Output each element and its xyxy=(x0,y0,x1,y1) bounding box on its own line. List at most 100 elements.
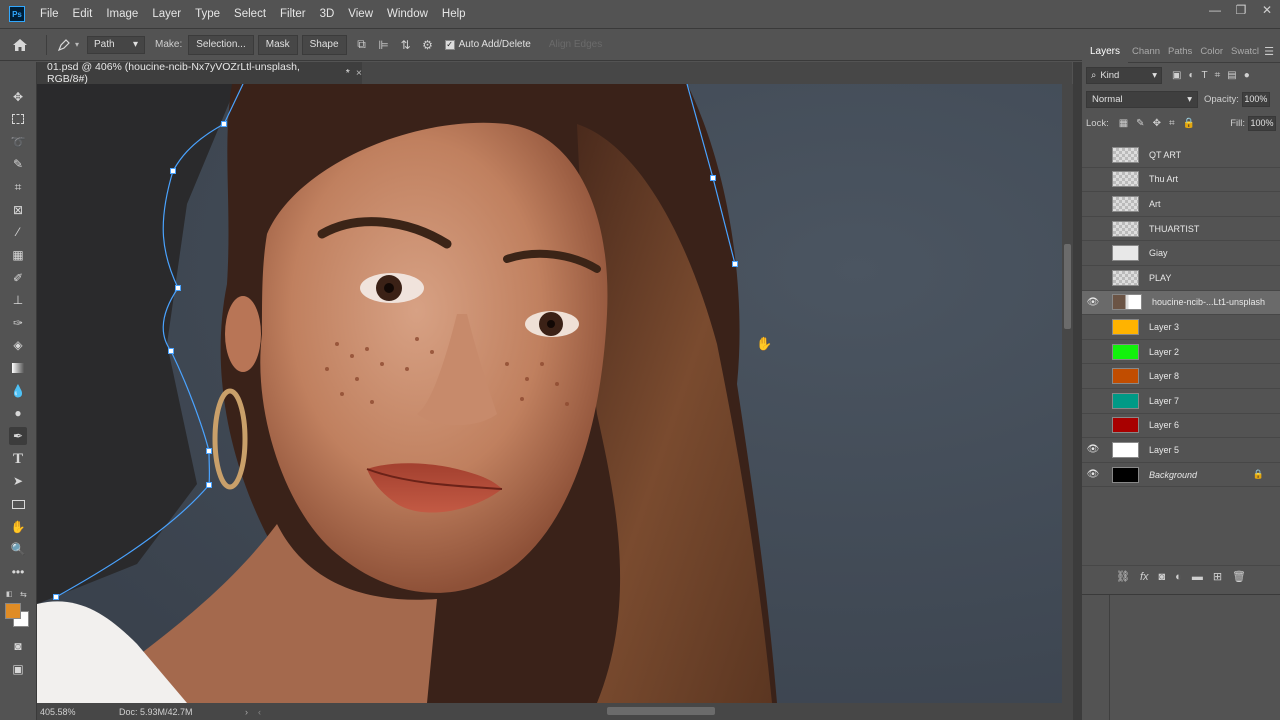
lock-all-icon[interactable]: 🔒 xyxy=(1183,118,1195,129)
eraser-tool[interactable]: ◈ xyxy=(9,336,27,354)
layer-style-icon[interactable]: fx xyxy=(1140,571,1149,583)
lasso-tool[interactable]: ➰ xyxy=(9,133,27,151)
trash-icon[interactable]: 🗑 xyxy=(1232,570,1246,583)
path-operations-button[interactable]: ⧉ xyxy=(351,34,373,56)
blend-mode-select[interactable]: Normal ▾ xyxy=(1086,90,1198,108)
marquee-tool[interactable] xyxy=(9,110,27,128)
minimize-button[interactable]: — xyxy=(1202,0,1228,20)
settings-button[interactable]: ⚙ xyxy=(417,34,439,56)
lock-pixels-icon[interactable]: ✎ xyxy=(1136,118,1144,129)
brush-tool[interactable]: ✐ xyxy=(9,269,27,287)
layer-row[interactable]: Layer 3 xyxy=(1082,315,1280,340)
make-selection-button[interactable]: Selection... xyxy=(188,34,254,55)
layer-row[interactable]: Layer 8 xyxy=(1082,364,1280,389)
make-mask-button[interactable]: Mask xyxy=(257,34,298,55)
zoom-tool[interactable]: 🔍 xyxy=(9,540,27,558)
make-shape-button[interactable]: Shape xyxy=(301,34,347,55)
panel-tab-color[interactable]: Color xyxy=(1196,41,1227,63)
history-brush-tool[interactable]: ✑ xyxy=(9,314,27,332)
menu-type[interactable]: Type xyxy=(188,0,227,28)
home-button[interactable] xyxy=(0,38,40,52)
foreground-color-swatch[interactable] xyxy=(5,603,21,619)
layer-row[interactable]: Layer 6 xyxy=(1082,414,1280,439)
panel-menu-icon[interactable]: ☰ xyxy=(1264,45,1274,58)
pen-tool[interactable]: ✒ xyxy=(9,427,27,445)
pen-tool-preset-picker[interactable] xyxy=(53,34,75,56)
opacity-input[interactable]: 100% xyxy=(1241,91,1270,107)
lock-transparency-icon[interactable]: ▦ xyxy=(1119,118,1128,129)
filter-toggle-icon[interactable]: ● xyxy=(1244,70,1250,81)
panel-tab-swatcl[interactable]: Swatcl xyxy=(1227,41,1263,63)
move-tool[interactable]: ✥ xyxy=(9,88,27,106)
rectangle-tool[interactable] xyxy=(9,495,27,513)
eye-icon[interactable]: 👁 xyxy=(1082,444,1104,455)
menu-layer[interactable]: Layer xyxy=(145,0,188,28)
blur-tool[interactable]: 💧 xyxy=(9,382,27,400)
path-alignment-button[interactable]: ⊫ xyxy=(373,34,395,56)
menu-image[interactable]: Image xyxy=(99,0,145,28)
menu-help[interactable]: Help xyxy=(435,0,473,28)
eye-icon[interactable]: 👁 xyxy=(1082,297,1104,308)
menu-3d[interactable]: 3D xyxy=(313,0,342,28)
document-tab[interactable]: 01.psd @ 406% (houcine-ncib-Nx7yVOZrLtl-… xyxy=(37,61,362,85)
new-group-icon[interactable]: ▬ xyxy=(1192,571,1203,583)
auto-add-delete-checkbox[interactable]: ✓ Auto Add/Delete xyxy=(444,39,531,50)
menu-view[interactable]: View xyxy=(341,0,380,28)
menu-filter[interactable]: Filter xyxy=(273,0,313,28)
layer-row[interactable]: PLAY xyxy=(1082,266,1280,291)
panel-tab-layers[interactable]: Layers xyxy=(1082,40,1129,63)
lock-position-icon[interactable]: ✥ xyxy=(1153,118,1161,129)
type-filter-icon[interactable]: T xyxy=(1202,70,1208,81)
healing-brush-tool[interactable]: ▦ xyxy=(9,246,27,264)
canvas-area[interactable]: ✋ xyxy=(37,84,1062,703)
layer-row[interactable]: Thu Art xyxy=(1082,168,1280,193)
layer-row[interactable]: Layer 2 xyxy=(1082,340,1280,365)
lock-artboard-icon[interactable]: ⌗ xyxy=(1169,118,1175,129)
layer-row[interactable]: Layer 7 xyxy=(1082,389,1280,414)
panel-tab-paths[interactable]: Paths xyxy=(1164,41,1196,63)
vertical-scrollbar[interactable] xyxy=(1062,84,1073,703)
layer-row[interactable]: THUARTIST xyxy=(1082,217,1280,242)
shape-filter-icon[interactable]: ⌗ xyxy=(1215,70,1221,81)
layer-row[interactable]: 👁 Layer 5 xyxy=(1082,438,1280,463)
maximize-button[interactable]: ❐ xyxy=(1228,0,1254,20)
layer-row[interactable]: QT ART xyxy=(1082,143,1280,168)
filter-kind-select[interactable]: ⌕ Kind ▾ xyxy=(1086,66,1162,84)
crop-tool[interactable]: ⌗ xyxy=(9,178,27,196)
menu-select[interactable]: Select xyxy=(227,0,273,28)
vertical-scroll-thumb[interactable] xyxy=(1064,244,1071,329)
fill-input[interactable]: 100% xyxy=(1248,115,1276,131)
link-layers-icon[interactable]: ⛓ xyxy=(1116,570,1130,583)
new-layer-icon[interactable]: ⊞ xyxy=(1213,570,1222,583)
screen-mode-button[interactable]: ▣ xyxy=(9,660,27,678)
dodge-tool[interactable]: ● xyxy=(9,404,27,422)
menu-edit[interactable]: Edit xyxy=(66,0,100,28)
default-colors-icon[interactable]: ◧ xyxy=(6,590,16,600)
menu-file[interactable]: File xyxy=(33,0,66,28)
scroll-left-icon[interactable]: ‹ xyxy=(258,707,261,717)
swap-colors-icon[interactable]: ⇆ xyxy=(20,590,30,600)
panel-tab-chann[interactable]: Chann xyxy=(1128,41,1164,63)
frame-tool[interactable]: ⊠ xyxy=(9,201,27,219)
status-menu-arrow-icon[interactable]: › xyxy=(245,707,248,717)
close-button[interactable]: ✕ xyxy=(1254,0,1280,20)
clone-stamp-tool[interactable]: ⊥ xyxy=(9,291,27,309)
smart-object-filter-icon[interactable]: ▤ xyxy=(1227,70,1236,81)
quick-mask-button[interactable]: ◙ xyxy=(9,637,27,655)
edit-toolbar-button[interactable]: ••• xyxy=(9,563,27,581)
type-tool[interactable]: T xyxy=(9,450,27,468)
hand-tool[interactable]: ✋ xyxy=(9,518,27,536)
layer-row[interactable]: 👁 houcine-ncib-...Lt1-unsplash xyxy=(1082,290,1280,316)
layer-row[interactable]: 👁 Background 🔒 xyxy=(1082,463,1280,488)
adjustment-filter-icon[interactable]: ◐ xyxy=(1188,70,1194,81)
gradient-tool[interactable] xyxy=(9,359,27,377)
eye-icon[interactable]: 👁 xyxy=(1082,469,1104,480)
magic-wand-tool[interactable]: ✎ xyxy=(9,155,27,173)
horizontal-scroll-thumb[interactable] xyxy=(607,707,715,715)
layer-row[interactable]: Art xyxy=(1082,192,1280,217)
align-edges-checkbox[interactable]: Align Edges xyxy=(549,39,602,50)
add-mask-icon[interactable]: ◙ xyxy=(1159,571,1166,583)
menu-window[interactable]: Window xyxy=(380,0,435,28)
zoom-level[interactable]: 405.58% xyxy=(37,707,95,717)
adjustment-layer-icon[interactable]: ◐ xyxy=(1175,571,1182,583)
